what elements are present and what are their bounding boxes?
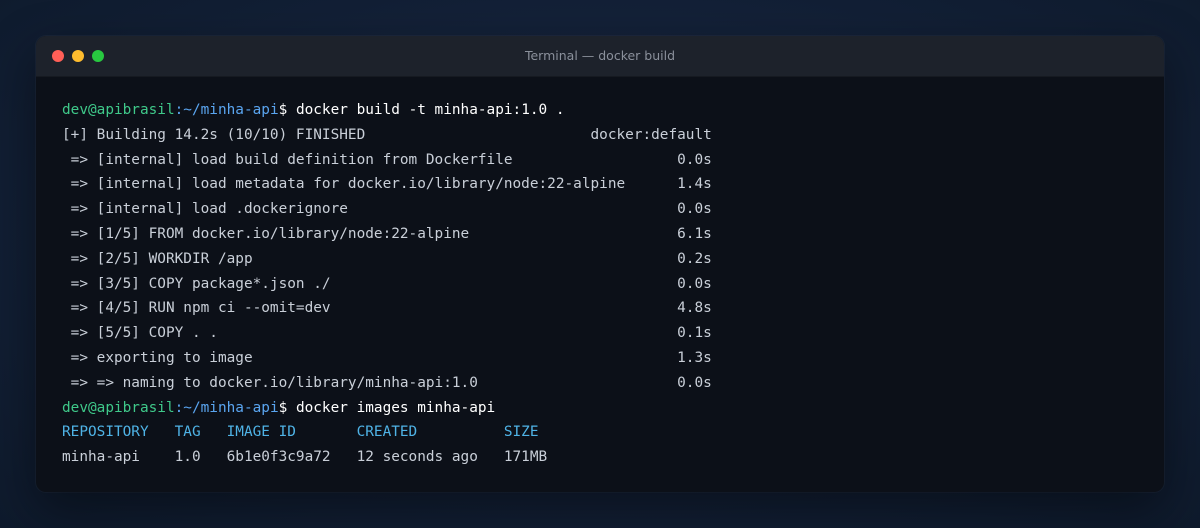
terminal-window: Terminal — docker build dev@apibrasil:~/… [36, 36, 1164, 492]
images-table-header: REPOSITORY TAG IMAGE ID CREATED SIZE [62, 424, 539, 441]
output-line: => [internal] load .dockerignore 0.0s [62, 201, 712, 218]
images-table-row: minha-api 1.0 6b1e0f3c9a72 12 seconds ag… [62, 449, 548, 466]
prompt-user-host: dev@apibrasil [62, 399, 175, 416]
title-bar[interactable]: Terminal — docker build [36, 36, 1164, 77]
output-line: => [internal] load build definition from… [62, 151, 712, 168]
window-title: Terminal — docker build [524, 48, 676, 63]
output-line: => [4/5] RUN npm ci --omit=dev 4.8s [62, 300, 712, 317]
prompt-line: dev@apibrasil:~/minha-api$ docker images… [62, 396, 1138, 421]
build-output: [+] Building 14.2s (10/10) FINISHED dock… [62, 123, 1138, 396]
prompt-line: dev@apibrasil:~/minha-api$ docker build … [62, 98, 1138, 123]
output-line: => [1/5] FROM docker.io/library/node:22-… [62, 225, 712, 242]
output-line: => => naming to docker.io/library/minha-… [62, 374, 712, 391]
output-line: => exporting to image 1.3s [62, 349, 712, 366]
output-line: => [internal] load metadata for docker.i… [62, 176, 712, 193]
prompt-user-host: dev@apibrasil [62, 102, 175, 118]
command-text: docker images minha-api [295, 399, 496, 416]
prompt-path: :~/minha-api [174, 102, 279, 118]
output-line: => [3/5] COPY package*.json ./ 0.0s [62, 275, 712, 292]
output-line: => [2/5] WORKDIR /app 0.2s [62, 250, 712, 267]
output-line: [+] Building 14.2s (10/10) FINISHED dock… [62, 126, 712, 143]
prompt-path: :~/minha-api [174, 399, 279, 416]
terminal-output[interactable]: dev@apibrasil:~/minha-api$ docker build … [36, 77, 1164, 470]
prompt-symbol: $ [278, 399, 296, 416]
output-line: => [5/5] COPY . . 0.1s [62, 325, 712, 342]
command-text: docker build -t minha-api:1.0 . [295, 102, 565, 118]
prompt-symbol: $ [278, 102, 296, 118]
